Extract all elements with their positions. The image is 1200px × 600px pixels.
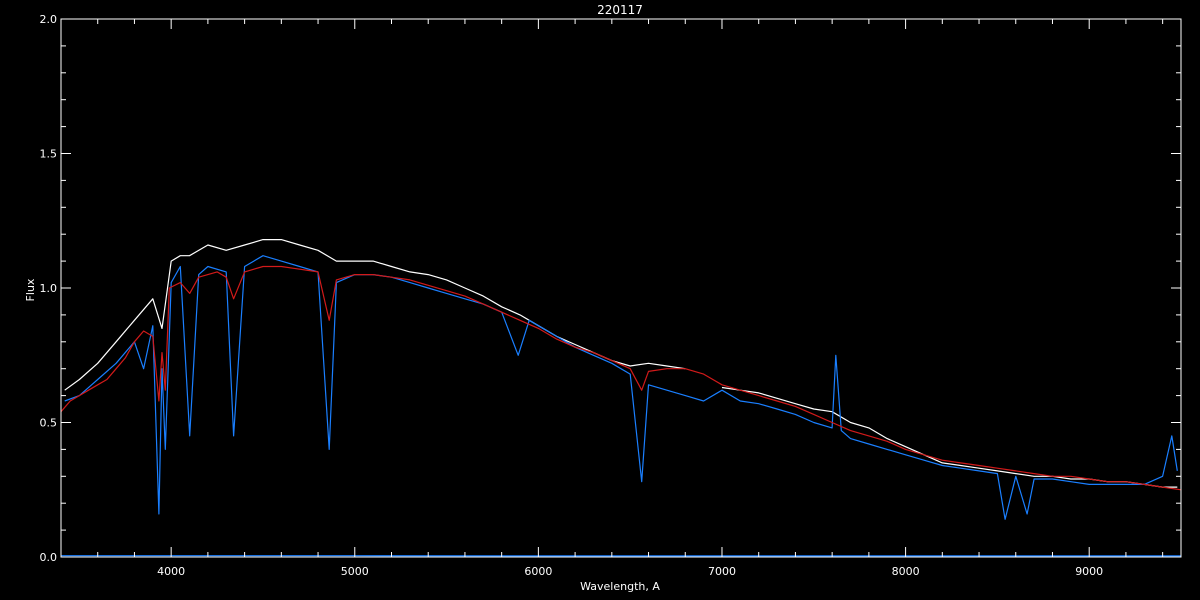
series-line-1 [64, 239, 1178, 488]
y-tick-label: 0.0 [40, 551, 58, 564]
x-tick-label: 7000 [708, 565, 736, 578]
y-tick-label: 0.5 [40, 417, 58, 430]
x-tick-label: 4000 [157, 565, 185, 578]
series-line-2 [64, 255, 1178, 520]
y-tick-label: 1.5 [40, 148, 58, 161]
x-tick-label: 6000 [524, 565, 552, 578]
y-tick-label: 1.0 [40, 282, 58, 295]
x-tick-label: 9000 [1075, 565, 1103, 578]
y-axis-title: Flux [24, 278, 37, 301]
spectrum-chart: 220117 4000 5000 6000 7000 8000 9000 0.0 0.5 1.0… [24, 3, 1182, 593]
axes-layer: 4000 5000 6000 7000 8000 9000 0.0 0.5 1.0 1.5 2.0 [40, 13, 1182, 578]
x-axis-title: Wavelength, A [580, 580, 660, 593]
x-tick-label: 8000 [892, 565, 920, 578]
y-tick-label: 2.0 [40, 13, 58, 26]
plot-frame [60, 18, 1182, 558]
series-layer [60, 239, 1182, 557]
series-line-3 [60, 265, 1182, 491]
chart-title: 220117 [597, 3, 643, 17]
x-tick-label: 5000 [341, 565, 369, 578]
